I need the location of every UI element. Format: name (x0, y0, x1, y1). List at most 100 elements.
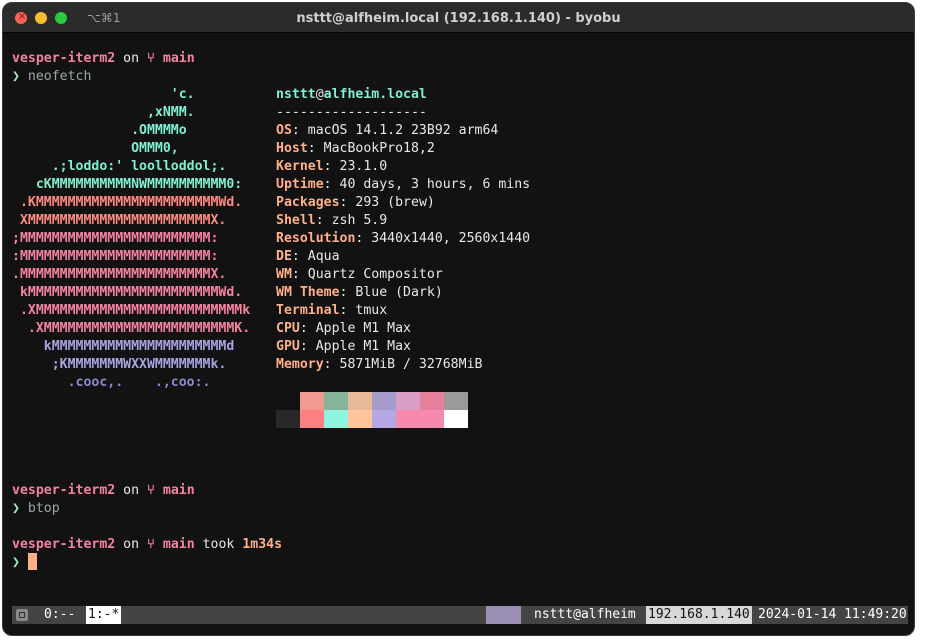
neofetch-at: @ (315, 87, 324, 102)
prompt-branch: main (162, 537, 195, 552)
prompt-branch: main (162, 51, 195, 66)
neofetch-header: nsttt@alfheim.local (276, 86, 427, 104)
git-branch-icon: ⑂ (147, 51, 155, 66)
info-value: 40 days, 3 hours, 6 mins (339, 177, 531, 192)
info-field: Terminal: tmux (276, 302, 387, 320)
info-field: WM: Quartz Compositor (276, 266, 443, 284)
info-value: Apple M1 Max (315, 339, 411, 354)
logo-line: kMMMMMMMMMMMMMMMMMMMMMMd (12, 339, 235, 354)
info-key: Terminal (276, 303, 340, 318)
prompt-symbol: ❯ (12, 555, 20, 570)
status-host: nsttt@alfheim (534, 607, 636, 622)
prompt-line: vesper-iterm2 on ⑂ main (12, 482, 195, 500)
info-colon: : (339, 285, 356, 300)
status-badge: 0000 (486, 606, 522, 624)
info-colon: : (315, 213, 332, 228)
info-value: Apple M1 Max (315, 321, 411, 336)
info-field: Host: MacBookPro18,2 (276, 140, 435, 158)
info-key: DE (276, 249, 292, 264)
command-text: btop (27, 501, 60, 516)
palette-swatch (444, 410, 468, 428)
info-field: Shell: zsh 5.9 (276, 212, 387, 230)
info-colon: : (339, 195, 356, 210)
info-field: GPU: Apple M1 Max (276, 338, 411, 356)
command-line: ❯ btop (12, 500, 60, 518)
window-tab-1[interactable]: 1:-* (86, 606, 122, 624)
info-key: Host (276, 141, 308, 156)
title-bar: × ⌥⌘1 nsttt@alfheim.local (192.168.1.140… (3, 3, 914, 33)
info-colon: : (307, 141, 324, 156)
palette-swatch (324, 410, 348, 428)
palette-swatch (348, 392, 372, 410)
prompt-symbol: ❯ (12, 501, 20, 516)
prompt-symbol: ❯ (12, 69, 20, 84)
window-tab-0[interactable]: 0:-- (44, 606, 83, 624)
info-colon: : (323, 159, 340, 174)
info-colon: : (339, 303, 356, 318)
prompt-on: on (123, 51, 140, 66)
command-text: neofetch (27, 69, 92, 84)
logo-line: ;MMMMMMMMMMMMMMMMMMMMMMMM: (12, 231, 219, 246)
palette-swatch (420, 410, 444, 428)
palette-swatch (372, 392, 396, 410)
info-colon: : (299, 321, 316, 336)
logo-line: .KMMMMMMMMMMMMMMMMMMMMMMMWd. (12, 195, 243, 210)
logo-line: .;loddo:' loolloddol;. (12, 159, 227, 174)
logo-line: .MMMMMMMMMMMMMMMMMMMMMMMMX. (12, 267, 227, 282)
palette-swatch (300, 410, 324, 428)
palette-swatch (420, 392, 444, 410)
info-key: Uptime (276, 177, 324, 192)
prompt-dir: vesper-iterm2 (12, 51, 116, 66)
prompt-line: vesper-iterm2 on ⑂ main (12, 50, 195, 68)
info-field: Memory: 5871MiB / 32768MiB (276, 356, 482, 374)
info-value: tmux (355, 303, 388, 318)
logo-line: OMMM0, (12, 141, 179, 156)
info-value: macOS 14.1.2 23B92 arm64 (307, 123, 499, 138)
info-colon: : (299, 339, 316, 354)
info-key: Kernel (276, 159, 324, 174)
info-field: DE: Aqua (276, 248, 340, 266)
info-key: WM Theme (276, 285, 340, 300)
info-value: Aqua (307, 249, 340, 264)
command-line: ❯ neofetch (12, 68, 91, 86)
info-key: WM (276, 267, 292, 282)
info-value: 5871MiB / 32768MiB (339, 357, 483, 372)
info-colon: : (323, 357, 340, 372)
neofetch-host: alfheim.local (323, 87, 427, 102)
logo-line: 'c. (12, 87, 195, 102)
info-key: CPU (276, 321, 300, 336)
info-key: OS (276, 123, 292, 138)
prompt-dir: vesper-iterm2 (12, 537, 116, 552)
info-key: Packages (276, 195, 340, 210)
neofetch-user: nsttt (276, 87, 316, 102)
prompt-on: on (123, 483, 140, 498)
info-colon: : (355, 231, 372, 246)
terminal-cursor (28, 553, 37, 570)
info-field: Resolution: 3440x1440, 2560x1440 (276, 230, 530, 248)
info-value: Quartz Compositor (307, 267, 443, 282)
command-line[interactable]: ❯ (12, 554, 20, 572)
tmux-icon (16, 609, 28, 621)
logo-line: .OMMMMo (12, 123, 187, 138)
info-value: Blue (Dark) (355, 285, 443, 300)
palette-swatch (396, 410, 420, 428)
status-datetime: 2024-01-14 11:49:20 (758, 607, 907, 622)
info-key: Resolution (276, 231, 356, 246)
info-key: Memory (276, 357, 324, 372)
prompt-on: on (123, 537, 140, 552)
prompt-branch: main (162, 483, 195, 498)
logo-line: ;KMMMMMMMWXXWMMMMMMMk. (12, 357, 227, 372)
byobu-status-bar: 0:-- 1:-* 0000 nsttt@alfheim 192.168.1.1… (12, 606, 908, 624)
info-colon: : (291, 267, 308, 282)
info-field: WM Theme: Blue (Dark) (276, 284, 443, 302)
prompt-line: vesper-iterm2 on ⑂ main took 1m34s (12, 536, 282, 554)
logo-line: .cooc,. .,coo:. (12, 375, 211, 390)
palette-swatch (396, 392, 420, 410)
logo-line: :MMMMMMMMMMMMMMMMMMMMMMMM: (12, 249, 219, 264)
info-field: CPU: Apple M1 Max (276, 320, 411, 338)
info-colon: : (291, 123, 308, 138)
info-value: 23.1.0 (339, 159, 388, 174)
git-branch-icon: ⑂ (147, 483, 155, 498)
info-key: Shell (276, 213, 316, 228)
palette-swatch (348, 410, 372, 428)
